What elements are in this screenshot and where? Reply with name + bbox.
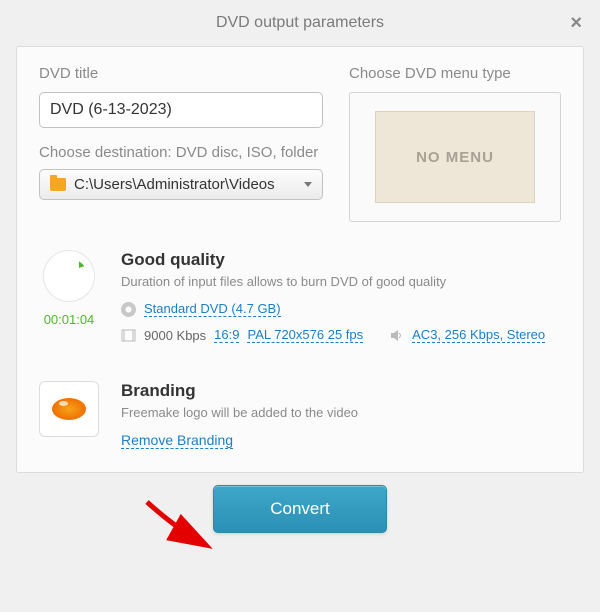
destination-path: C:\Users\Administrator\Videos (74, 176, 296, 193)
menu-type-label: Choose DVD menu type (349, 65, 561, 82)
film-icon (121, 328, 136, 343)
destination-label: Choose destination: DVD disc, ISO, folde… (39, 144, 323, 161)
quality-title: Good quality (121, 250, 561, 270)
resolution-link[interactable]: PAL 720x576 25 fps (247, 327, 363, 343)
branding-desc: Freemake logo will be added to the video (121, 405, 561, 420)
dvd-title-input[interactable] (39, 92, 323, 128)
quality-desc: Duration of input files allows to burn D… (121, 274, 561, 289)
disc-type-link[interactable]: Standard DVD (4.7 GB) (144, 301, 281, 317)
remove-branding-link[interactable]: Remove Branding (121, 432, 233, 449)
disc-icon (121, 302, 136, 317)
menu-preview-text: NO MENU (375, 111, 535, 203)
aspect-link[interactable]: 16:9 (214, 327, 239, 343)
bitrate-text: 9000 Kbps (144, 328, 206, 343)
destination-dropdown[interactable]: C:\Users\Administrator\Videos (39, 169, 323, 200)
window-title: DVD output parameters (216, 14, 384, 32)
duration-clock-icon (43, 250, 95, 302)
branding-logo-icon (39, 381, 99, 437)
convert-button[interactable]: Convert (213, 485, 387, 533)
main-panel: DVD title Choose destination: DVD disc, … (16, 46, 584, 473)
title-label: DVD title (39, 65, 323, 82)
branding-title: Branding (121, 381, 561, 401)
close-button[interactable]: × (570, 12, 582, 35)
duration-text: 00:01:04 (39, 312, 99, 327)
chevron-down-icon (304, 182, 312, 187)
folder-icon (50, 178, 66, 191)
menu-type-selector[interactable]: NO MENU (349, 92, 561, 222)
audio-link[interactable]: AC3, 256 Kbps, Stereo (412, 327, 545, 343)
speaker-icon (389, 328, 404, 343)
